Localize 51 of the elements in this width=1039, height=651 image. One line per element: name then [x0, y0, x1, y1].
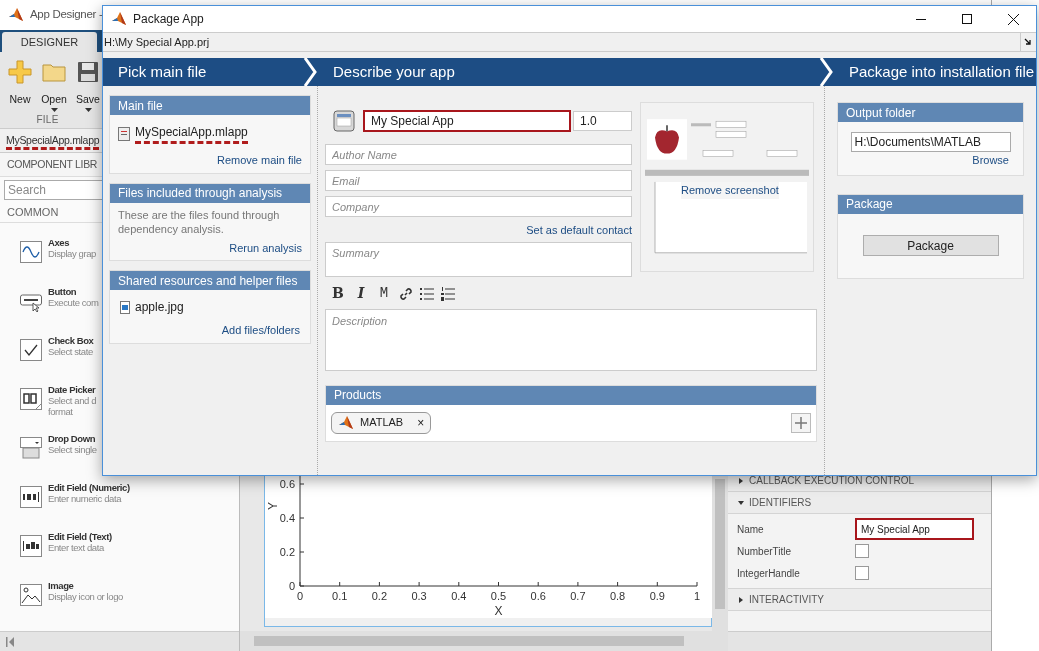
component-name: Button	[48, 286, 78, 297]
tick-label: 0	[296, 590, 304, 602]
component-name: Check Box	[48, 335, 94, 346]
property-label: Name	[737, 522, 765, 537]
tick-label: 0.3	[411, 590, 427, 602]
tick-label: 0.7	[570, 590, 586, 602]
section-header: Shared resources and helper files	[110, 271, 310, 290]
window-title: Package App	[133, 11, 204, 28]
component-description: Execute com	[48, 297, 99, 308]
tick-label: 0.9	[649, 590, 665, 602]
tick-label: 0.5	[490, 590, 507, 602]
property-label: NumberTitle	[737, 544, 793, 559]
component-name: Image	[48, 580, 75, 591]
component-description: Select single	[48, 444, 97, 455]
component-name: Edit Field (Numeric)	[48, 482, 130, 493]
section-header: Products	[326, 385, 816, 405]
section-header: Files included through analysis	[110, 183, 310, 203]
tick-label: 1	[693, 590, 701, 602]
file-name: apple.jpg	[135, 299, 184, 316]
product-name: MATLAB	[360, 415, 404, 431]
component-description: Display grap	[48, 248, 96, 259]
tick-label: 0.2	[279, 546, 295, 558]
component-name: Axes	[48, 237, 71, 248]
property-label: IntegerHandle	[737, 566, 801, 581]
tick-label: 0.1	[332, 590, 348, 602]
component-name: Drop Down	[48, 433, 97, 444]
component-name: Date Picker	[48, 384, 97, 395]
file-name: MySpecialApp.mlapp	[135, 123, 248, 144]
tick-label: 0.2	[371, 590, 388, 602]
component-description: format	[48, 406, 74, 417]
component-description: Enter numeric data	[48, 493, 123, 504]
group-label: FILE	[35, 113, 60, 127]
tick-label: 0.4	[451, 590, 467, 602]
project-path: H:\My Special App.prj	[103, 33, 1021, 51]
section-header: Main file	[110, 96, 310, 115]
tick-label: 0.6	[279, 478, 295, 490]
section-header: Output folder	[838, 103, 1023, 122]
step-bar: Pick main file Describe your app Package into installation file	[103, 58, 1036, 86]
tick-label: 0.4	[279, 512, 295, 524]
window-title: App Designer -	[30, 7, 103, 23]
component-name: Edit Field (Text)	[48, 531, 112, 542]
section-header: Package	[838, 194, 1023, 214]
tick-label: 0.6	[530, 590, 546, 602]
axis-label: X	[494, 604, 503, 618]
tick-label: 0	[288, 580, 295, 592]
tick-label: 0.8	[609, 590, 626, 602]
component-description: Select state	[48, 346, 94, 357]
axis-label: Y	[266, 502, 280, 510]
component-description: Enter text data	[48, 542, 105, 553]
component-description: Select and d	[48, 395, 97, 406]
component-description: Display icon or logo	[48, 591, 123, 602]
